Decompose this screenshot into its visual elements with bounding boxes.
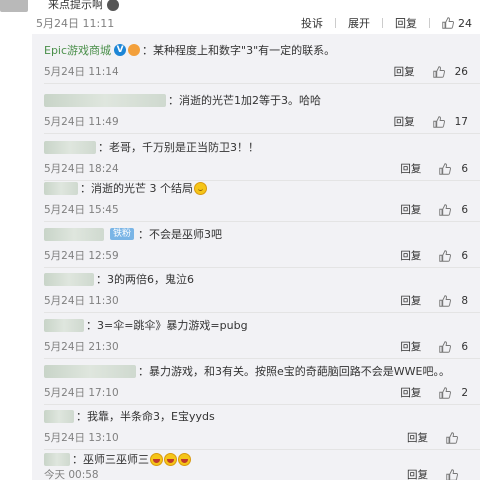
avatar[interactable] [0, 0, 28, 12]
laughing-emoji-icon [164, 452, 177, 466]
like-count: 8 [461, 294, 468, 307]
like-button[interactable]: 6 [439, 341, 468, 353]
reply-text: 暴力游戏，和3有关。按照e宝的奇葩脑回路不会是WWE吧。。 [149, 365, 450, 378]
username-redacted[interactable] [44, 140, 96, 154]
like-button[interactable] [446, 468, 468, 480]
username-redacted[interactable] [44, 181, 78, 195]
username-redacted[interactable] [44, 227, 104, 241]
like-count: 6 [461, 340, 468, 353]
like-button[interactable]: 6 [439, 204, 468, 216]
reply-item: 铁粉 ： 不会是巫师3吧 5月24日 12:59 回复 6 [32, 218, 480, 268]
username[interactable]: Epic游戏商城 [44, 42, 111, 58]
reply-text: 不会是巫师3吧 [149, 228, 223, 241]
thumbs-up-icon [446, 468, 458, 480]
reply-date: 5月24日 11:14 [44, 66, 119, 78]
divider [382, 18, 383, 28]
like-count: 6 [461, 249, 468, 262]
reply-item: Epic游戏商城 V ： 某种程度上和数字"3"有一定的联系。 5月24日 11… [32, 34, 480, 84]
reply-date: 5月24日 11:49 [44, 116, 119, 128]
reply-button[interactable]: 回复 [400, 293, 421, 308]
divider [429, 18, 430, 28]
like-count: 17 [454, 115, 468, 128]
like-count: 26 [454, 65, 468, 78]
reply-button[interactable]: 回复 [400, 202, 421, 217]
reply-text: 我靠，半条命3，E宝yyds [87, 410, 215, 423]
reply-date: 5月24日 17:10 [44, 387, 119, 399]
comment-text: 来点提示啊 [48, 0, 103, 11]
reply-item: ： 巫师三巫师三 今天 00:58 回复 [32, 443, 480, 480]
reply-date: 今天 00:58 [44, 469, 99, 480]
thumbs-up-icon [439, 249, 452, 262]
reply-button[interactable]: 回复 [395, 15, 417, 31]
like-button[interactable]: 17 [432, 115, 468, 128]
reply-text: 消逝的光芒1加2等于3。哈哈 [179, 94, 321, 107]
like-count: 6 [461, 203, 468, 216]
thumbs-up-icon [439, 294, 452, 307]
smile-emoji-icon [194, 181, 207, 195]
username-redacted[interactable] [44, 364, 136, 378]
username-redacted[interactable] [44, 272, 94, 286]
reply-item: ： 3=伞=跳伞》暴力游戏=pubg 5月24日 21:30 回复 6 [32, 309, 480, 359]
like-button[interactable] [446, 431, 468, 444]
thumbs-up-icon [446, 431, 458, 444]
username-redacted[interactable] [44, 318, 84, 332]
like-count: 24 [458, 16, 472, 30]
reply-date: 5月24日 11:30 [44, 295, 119, 307]
fan-badge: 铁粉 [110, 228, 135, 240]
medal-icon [128, 44, 141, 56]
reply-date: 5月24日 21:30 [44, 341, 119, 353]
reply-text: 消逝的光芒 3 个结局 [91, 182, 193, 195]
thumbs-up-icon [439, 386, 452, 399]
username-redacted[interactable] [44, 409, 74, 423]
username-redacted[interactable] [44, 93, 166, 107]
top-comment: 来点提示啊 5月24日 11:11 投诉 展开 回复 24 [0, 0, 480, 34]
report-button[interactable]: 投诉 [301, 15, 323, 31]
reply-item: ： 消逝的光芒1加2等于3。哈哈 5月24日 11:49 回复 17 [32, 84, 480, 134]
like-button[interactable]: 2 [439, 387, 468, 399]
reply-text: 某种程度上和数字"3"有一定的联系。 [153, 44, 336, 57]
reply-button[interactable]: 回复 [400, 248, 421, 263]
comment-actions: 投诉 展开 回复 24 [301, 15, 472, 31]
comment-date: 5月24日 11:11 [36, 17, 115, 30]
reply-button[interactable]: 回复 [400, 339, 421, 354]
reply-date: 5月24日 15:45 [44, 204, 119, 216]
like-button[interactable]: 6 [439, 250, 468, 262]
reply-button[interactable]: 回复 [394, 114, 415, 129]
like-button[interactable]: 8 [439, 295, 468, 307]
expand-button[interactable]: 展开 [348, 15, 370, 31]
reply-text: 3=伞=跳伞》暴力游戏=pubg [97, 319, 248, 332]
username-redacted[interactable] [44, 452, 70, 466]
reply-item: ： 暴力游戏，和3有关。按照e宝的奇葩脑回路不会是WWE吧。。 5月24日 17… [32, 355, 480, 405]
reply-text: 巫师三巫师三 [83, 453, 149, 466]
reply-text: 老哥，千万别是正当防卫3！！ [109, 141, 259, 154]
verified-icon: V [114, 44, 127, 56]
laughing-emoji-icon [150, 452, 163, 466]
emoji-icon [107, 0, 119, 11]
like-button[interactable]: 26 [432, 65, 468, 78]
reply-button[interactable]: 回复 [400, 385, 421, 400]
laughing-emoji-icon [178, 452, 191, 466]
reply-item: ： 消逝的光芒 3 个结局 5月24日 15:45 回复 6 [32, 172, 480, 222]
reply-date: 5月24日 12:59 [44, 250, 119, 262]
divider [335, 18, 336, 28]
like-count: 2 [461, 386, 468, 399]
reply-text: 3的两倍6，鬼泣6 [107, 273, 194, 286]
reply-item: ： 3的两倍6，鬼泣6 5月24日 11:30 回复 8 [32, 263, 480, 313]
thumbs-up-icon [432, 65, 445, 78]
thumbs-up-icon [442, 17, 454, 29]
thumbs-up-icon [439, 340, 452, 353]
thumbs-up-icon [439, 203, 452, 216]
reply-button[interactable]: 回复 [394, 64, 415, 79]
thumbs-up-icon [432, 115, 445, 128]
like-button[interactable]: 24 [442, 17, 472, 30]
reply-button[interactable]: 回复 [407, 467, 428, 480]
